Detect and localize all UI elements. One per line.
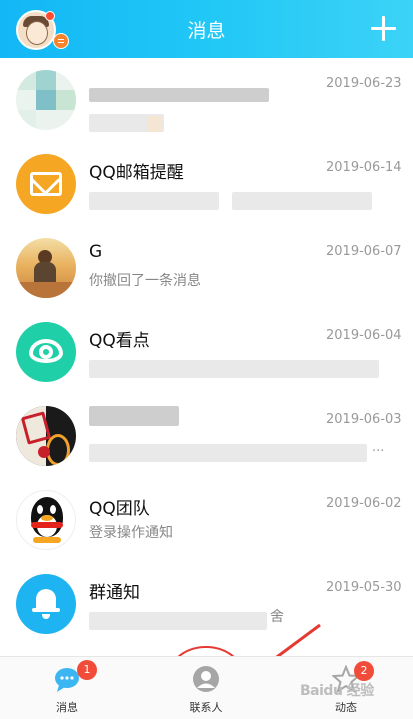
conversation-name: QQ团队 bbox=[89, 499, 150, 519]
conversation-preview: 舍 bbox=[270, 609, 284, 625]
penguin-eye bbox=[37, 505, 43, 514]
conversation-row[interactable]: 2019-06-23 bbox=[0, 58, 413, 142]
page-title: 消息 bbox=[187, 20, 226, 42]
unread-badge: 1 bbox=[77, 660, 97, 680]
redacted-preview bbox=[89, 192, 219, 210]
contacts-icon bbox=[193, 666, 219, 692]
avatar bbox=[16, 70, 76, 130]
penguin-eye bbox=[50, 505, 56, 514]
tab-messages[interactable]: 1 消息 bbox=[17, 657, 117, 719]
conversation-date: 2019-06-03 bbox=[326, 412, 402, 427]
notification-badge: 2 bbox=[354, 661, 374, 681]
mail-icon bbox=[30, 172, 62, 196]
conversation-name: QQ看点 bbox=[89, 331, 150, 351]
penguin-feet bbox=[33, 537, 61, 543]
redacted-preview bbox=[232, 192, 372, 210]
tab-contacts[interactable]: 联系人 bbox=[156, 657, 256, 719]
redacted-name bbox=[89, 406, 179, 426]
eye-pupil bbox=[39, 345, 53, 359]
conversation-date: 2019-06-23 bbox=[326, 76, 402, 91]
bell-base bbox=[32, 608, 60, 612]
overflow-ellipsis: ... bbox=[372, 440, 385, 455]
avatar bbox=[16, 322, 76, 382]
redacted-preview bbox=[89, 444, 367, 462]
conversation-row[interactable]: QQ看点 2019-06-04 bbox=[0, 310, 413, 394]
conversation-row[interactable]: 群通知 2019-05-30 舍 bbox=[0, 562, 413, 646]
tab-label: 消息 bbox=[56, 701, 78, 714]
conversation-preview: 登录操作通知 bbox=[89, 525, 173, 541]
avatar bbox=[16, 154, 76, 214]
avatar bbox=[16, 238, 76, 298]
conversation-row[interactable]: G 2019-06-07 你撤回了一条消息 bbox=[0, 226, 413, 310]
redacted-name bbox=[89, 88, 269, 102]
penguin-scarf bbox=[31, 522, 63, 528]
conversation-date: 2019-06-02 bbox=[326, 496, 402, 511]
penguin-beak bbox=[41, 515, 53, 521]
tab-label: 动态 bbox=[335, 701, 357, 714]
redacted-preview-emoji bbox=[148, 116, 162, 132]
avatar bbox=[16, 490, 76, 550]
avatar bbox=[16, 406, 76, 466]
redacted-preview bbox=[89, 612, 267, 630]
avatar bbox=[16, 574, 76, 634]
conversation-row[interactable]: QQ团队 2019-06-02 登录操作通知 bbox=[0, 478, 413, 562]
title-bar: 消息 bbox=[0, 0, 413, 58]
conversation-name: 群通知 bbox=[89, 583, 140, 603]
conversation-date: 2019-05-30 bbox=[326, 580, 402, 595]
bell-icon bbox=[36, 589, 56, 609]
redacted-preview bbox=[89, 360, 379, 378]
plus-icon[interactable] bbox=[371, 16, 396, 41]
conversation-name: QQ邮箱提醒 bbox=[89, 163, 184, 183]
tab-label: 联系人 bbox=[189, 701, 223, 714]
conversation-row[interactable]: QQ邮箱提醒 2019-06-14 bbox=[0, 142, 413, 226]
conversation-preview: 你撤回了一条消息 bbox=[89, 273, 201, 289]
watermark-logo: Baidu 经验 bbox=[300, 683, 374, 699]
conversation-name: G bbox=[89, 242, 103, 262]
conversation-row[interactable]: 2019-06-03 ... bbox=[0, 394, 413, 478]
conversation-date: 2019-06-04 bbox=[326, 328, 402, 343]
conversation-date: 2019-06-07 bbox=[326, 244, 402, 259]
bell-clapper bbox=[42, 614, 50, 619]
conversation-date: 2019-06-14 bbox=[326, 160, 402, 175]
